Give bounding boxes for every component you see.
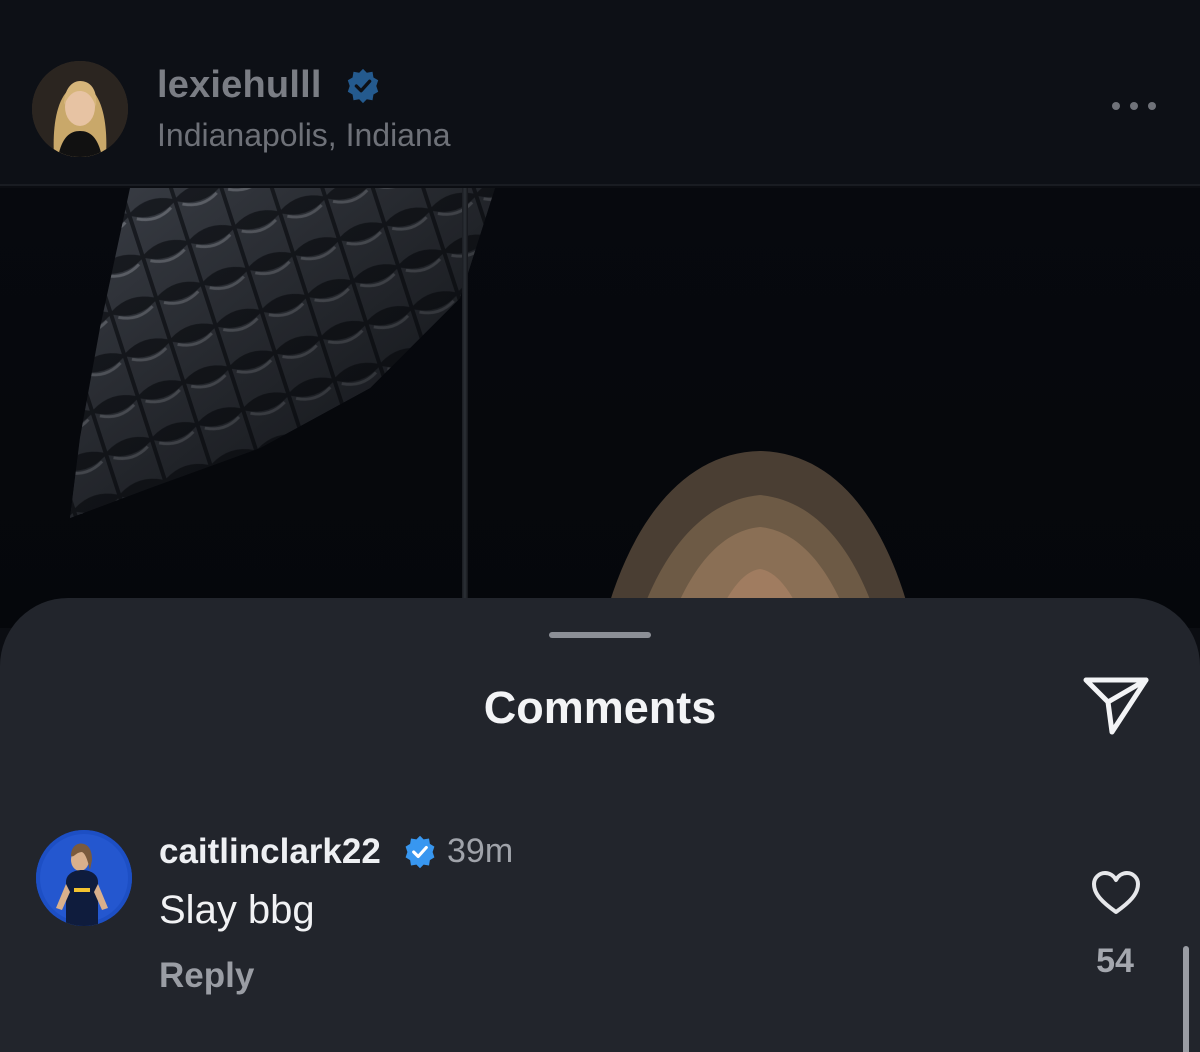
verified-badge-icon xyxy=(347,68,379,104)
scrollbar[interactable] xyxy=(1183,946,1189,1052)
comment-timestamp: 39m xyxy=(447,832,514,870)
send-icon[interactable] xyxy=(1080,672,1152,736)
post-photo[interactable] xyxy=(0,188,1200,628)
comment-item: caitlinclark22 39m Slay bbg Reply 54 xyxy=(0,826,1200,1026)
post-username[interactable]: lexiehulll xyxy=(157,64,322,107)
like-count: 54 xyxy=(1096,942,1134,980)
post-author-avatar[interactable] xyxy=(32,61,128,157)
post-location[interactable]: Indianapolis, Indiana xyxy=(157,117,451,154)
commenter-avatar[interactable] xyxy=(36,830,132,926)
reply-button[interactable]: Reply xyxy=(159,956,254,996)
instagram-post-screen: lexiehulll Indianapolis, Indiana Comment… xyxy=(0,0,1200,1052)
light-stand xyxy=(462,188,468,608)
sheet-drag-handle[interactable] xyxy=(549,632,651,638)
comments-sheet: Comments caitlinclark22 39m Slay bbg Rep… xyxy=(0,598,1200,1052)
commenter-photo xyxy=(36,830,132,926)
author-photo xyxy=(32,61,128,157)
heart-icon[interactable] xyxy=(1090,870,1142,916)
comments-title: Comments xyxy=(483,682,717,733)
post-header: lexiehulll Indianapolis, Indiana xyxy=(0,0,1200,186)
comment-text: Slay bbg xyxy=(159,888,315,932)
verified-badge-icon xyxy=(405,835,435,869)
commenter-username[interactable]: caitlinclark22 xyxy=(159,832,381,872)
more-horizontal-icon[interactable] xyxy=(1108,96,1160,116)
softbox-light xyxy=(70,188,495,518)
